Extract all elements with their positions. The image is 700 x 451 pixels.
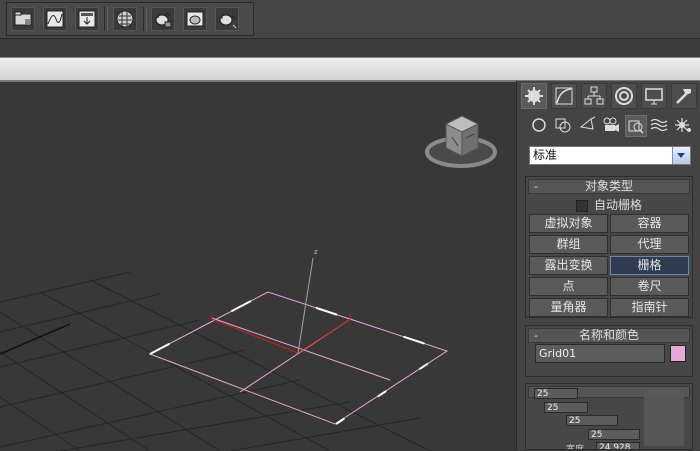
command-panel-tabs <box>521 83 697 109</box>
perspective-viewport[interactable]: z x x <box>0 81 516 451</box>
tape-button[interactable]: 卷尺 <box>610 277 689 296</box>
dropdown-value: 标准 <box>533 148 558 162</box>
dummy-button[interactable]: 虚拟对象 <box>529 214 608 233</box>
helpers-icon[interactable] <box>625 115 647 137</box>
schematic-icon[interactable] <box>75 7 99 31</box>
home-grid <box>0 271 431 451</box>
motion-tab-icon[interactable] <box>611 83 637 109</box>
group-button[interactable]: 群组 <box>529 235 608 254</box>
material-editor-icon[interactable] <box>113 7 137 31</box>
width-label: 宽度 <box>566 445 585 450</box>
render-teapot-icon[interactable] <box>215 7 239 31</box>
point-button[interactable]: 点 <box>529 277 608 296</box>
cameras-icon[interactable] <box>601 115 623 137</box>
space-warps-icon[interactable] <box>649 115 671 137</box>
protractor-button[interactable]: 量角器 <box>529 298 608 317</box>
toolbar-group <box>6 2 254 36</box>
hierarchy-tab-icon[interactable] <box>581 83 607 109</box>
name-color-header[interactable]: - 名称和颜色 <box>528 328 690 343</box>
object-type-header[interactable]: - 对象类型 <box>528 179 690 194</box>
spinner-field[interactable]: 25 <box>566 415 618 426</box>
grid01-object[interactable] <box>148 290 449 425</box>
viewport-scene: z x x <box>0 115 497 451</box>
folder-icon[interactable] <box>11 7 35 31</box>
transform-gizmo[interactable] <box>211 257 353 354</box>
collapse-icon: - <box>534 180 538 193</box>
curve-editor-icon[interactable] <box>43 7 67 31</box>
exposetm-button[interactable]: 露出变换 <box>529 256 608 275</box>
spinner-field[interactable]: 25 <box>534 388 578 399</box>
viewcube-icon[interactable] <box>425 115 497 168</box>
autogrid-checkbox[interactable] <box>575 199 588 212</box>
object-type-title: 对象类型 <box>584 179 633 193</box>
render-frame-icon[interactable] <box>183 7 207 31</box>
render-setup-icon[interactable] <box>151 7 175 31</box>
systems-icon[interactable] <box>673 115 695 137</box>
main-toolbar <box>0 0 700 39</box>
spinner-field[interactable]: 25 <box>588 429 640 440</box>
chevron-down-icon[interactable] <box>672 147 690 164</box>
spinner-field[interactable]: 25 <box>544 402 588 413</box>
object-category-dropdown[interactable]: 标准 <box>529 146 691 165</box>
display-tab-icon[interactable] <box>641 83 667 109</box>
lights-icon[interactable] <box>577 115 599 137</box>
collapse-icon: - <box>534 329 538 342</box>
width-field[interactable]: 24.928 <box>596 442 640 449</box>
axis-label-x: x <box>209 313 213 321</box>
autogrid-label: 自动栅格 <box>593 198 642 212</box>
toolbar-separator <box>143 7 147 31</box>
object-color-swatch[interactable] <box>670 345 686 362</box>
popup-overlay <box>644 390 684 446</box>
command-panel: 标准 - 对象类型 自动栅格 虚拟对象 容器 群组 代理 露出变换 栅格 点 卷… <box>516 81 700 450</box>
parameters-rollout: 25 25 25 25 宽度 24.928 <box>525 383 693 450</box>
object-name-field[interactable]: Grid01 <box>535 344 665 363</box>
grid-button[interactable]: 栅格 <box>610 256 689 275</box>
name-color-rollout: - 名称和颜色 Grid01 <box>525 325 693 377</box>
menu-strip <box>0 39 700 57</box>
name-color-title: 名称和颜色 <box>578 328 639 342</box>
shapes-icon[interactable] <box>553 115 575 137</box>
toolbar-separator <box>104 7 108 31</box>
axis-label-y: x <box>348 312 352 320</box>
modify-tab-icon[interactable] <box>551 83 577 109</box>
axis-label-z: z <box>314 248 318 256</box>
object-type-rollout: - 对象类型 自动栅格 虚拟对象 容器 群组 代理 露出变换 栅格 点 卷尺 量… <box>525 176 693 318</box>
utilities-tab-icon[interactable] <box>671 83 697 109</box>
geometry-icon[interactable] <box>529 115 551 137</box>
container-button[interactable]: 容器 <box>610 214 689 233</box>
proxy-button[interactable]: 代理 <box>610 235 689 254</box>
autogrid-row: 自动栅格 <box>526 196 692 214</box>
create-subtabs <box>529 115 699 139</box>
create-tab-icon[interactable] <box>521 83 547 109</box>
compass-button[interactable]: 指南针 <box>610 298 689 317</box>
ribbon-bar <box>0 57 700 81</box>
